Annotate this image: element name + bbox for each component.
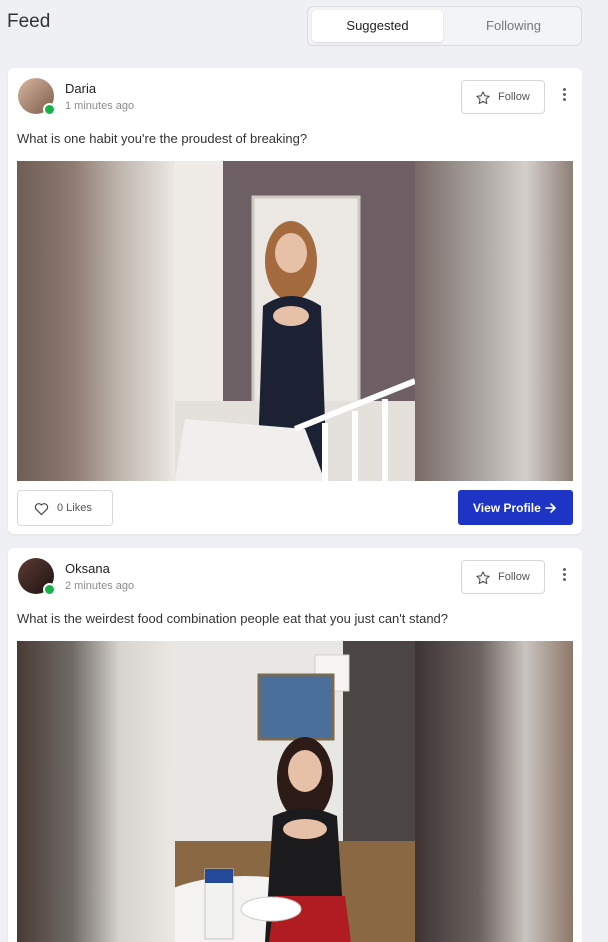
post-photo[interactable] [17,641,573,942]
photo-blur-left [17,161,175,481]
star-icon [476,571,490,585]
photo-blur-left [17,641,175,942]
likes-count: 0 Likes [57,502,92,514]
post-card: Oksana 2 minutes ago Follow What is the … [8,548,582,942]
post-username[interactable]: Daria [65,81,96,96]
kebab-menu-icon[interactable] [557,88,571,106]
follow-button[interactable]: Follow [461,560,545,594]
like-button[interactable]: 0 Likes [17,490,113,526]
avatar[interactable] [18,78,56,116]
arrow-right-icon [545,503,556,513]
view-profile-button[interactable]: View Profile [458,490,573,525]
post-card: Daria 1 minutes ago Follow What is one h… [8,68,582,534]
photo-main [145,641,415,942]
online-status-icon [43,103,56,116]
post-question: What is the weirdest food combination pe… [17,611,449,626]
tab-following[interactable]: Following [448,10,579,42]
photo-blur-right [415,161,573,481]
post-photo[interactable] [17,161,573,481]
feed-tabs: Suggested Following [307,6,582,46]
photo-main [175,161,417,481]
follow-label: Follow [498,571,530,583]
view-profile-label: View Profile [473,501,541,515]
avatar[interactable] [18,558,56,596]
follow-button[interactable]: Follow [461,80,545,114]
photo-blur-right [415,641,573,942]
post-timestamp: 1 minutes ago [65,100,135,112]
post-question: What is one habit you're the proudest of… [17,131,308,146]
post-timestamp: 2 minutes ago [65,580,135,592]
online-status-icon [43,583,56,596]
feed-header: Feed Suggested Following [0,0,608,60]
post-username[interactable]: Oksana [65,561,110,576]
follow-label: Follow [498,91,530,103]
page-title: Feed [7,11,51,32]
tab-suggested[interactable]: Suggested [312,10,443,42]
kebab-menu-icon[interactable] [557,568,571,586]
heart-icon [34,503,49,516]
star-icon [476,91,490,105]
